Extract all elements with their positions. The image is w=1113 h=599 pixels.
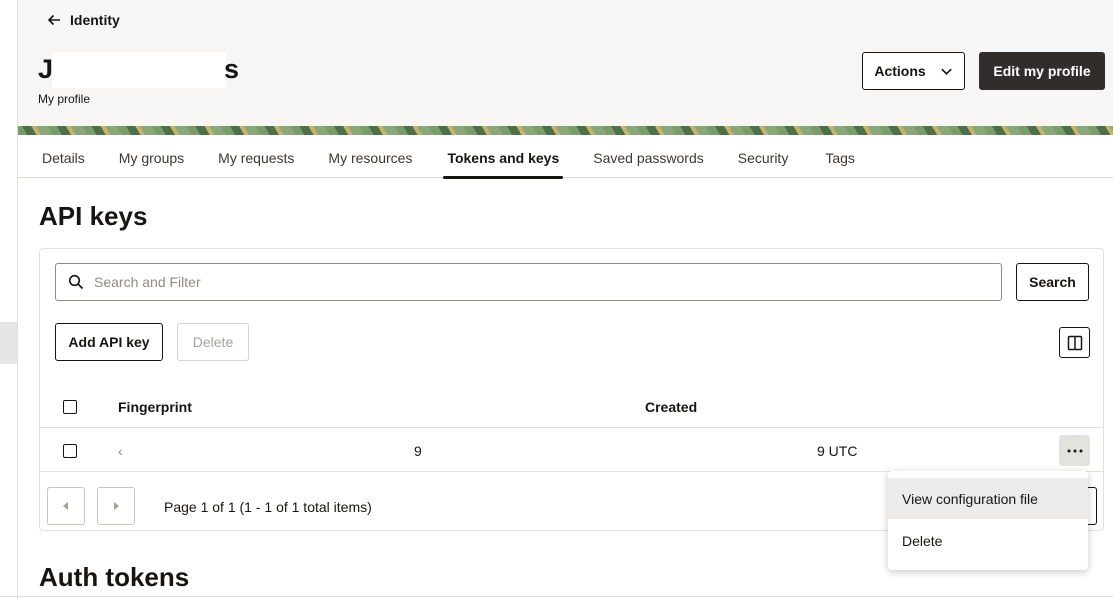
tab-my-requests[interactable]: My requests bbox=[218, 138, 294, 178]
select-all-checkbox[interactable] bbox=[63, 400, 77, 414]
table-header: Fingerprint Created bbox=[40, 386, 1103, 428]
caret-left-icon bbox=[63, 502, 68, 510]
chevron-down-icon bbox=[940, 68, 952, 75]
arrow-left-icon bbox=[47, 14, 60, 26]
search-field[interactable] bbox=[55, 263, 1002, 301]
more-horizontal-icon bbox=[1067, 449, 1082, 452]
next-page-button[interactable] bbox=[97, 487, 135, 525]
row-actions-button[interactable] bbox=[1059, 435, 1090, 466]
add-api-key-button[interactable]: Add API key bbox=[55, 323, 163, 361]
left-rail bbox=[0, 0, 18, 599]
tab-security[interactable]: Security bbox=[738, 138, 789, 178]
actions-label: Actions bbox=[874, 63, 926, 79]
row-actions-menu: View configuration file Delete bbox=[888, 471, 1088, 570]
column-header-fingerprint[interactable]: Fingerprint bbox=[118, 399, 192, 415]
tab-saved-passwords[interactable]: Saved passwords bbox=[593, 138, 704, 178]
actions-button[interactable]: Actions bbox=[862, 52, 965, 90]
row-checkbox[interactable] bbox=[63, 444, 77, 458]
search-input[interactable] bbox=[94, 265, 1001, 299]
tab-my-groups[interactable]: My groups bbox=[119, 138, 184, 178]
tab-my-resources[interactable]: My resources bbox=[328, 138, 412, 178]
profile-name: J s bbox=[38, 52, 240, 88]
created-cell: 9 UTC bbox=[817, 443, 858, 459]
profile-header: Identity J s My profile Actions Edit my … bbox=[18, 0, 1113, 134]
profile-name-last-char: s bbox=[224, 54, 240, 84]
bottom-divider bbox=[0, 596, 1113, 597]
redacted-name-mask bbox=[52, 52, 226, 88]
tab-details[interactable]: Details bbox=[42, 138, 85, 178]
profile-name-first-char: J bbox=[38, 54, 54, 84]
api-keys-heading: API keys bbox=[39, 201, 148, 231]
fingerprint-cell-end: 9 bbox=[414, 443, 422, 459]
tab-tags[interactable]: Tags bbox=[825, 138, 855, 178]
auth-tokens-heading: Auth tokens bbox=[39, 562, 190, 592]
pagination-summary: Page 1 of 1 (1 - 1 of 1 total items) bbox=[164, 499, 372, 515]
search-icon bbox=[68, 274, 84, 290]
back-to-identity-link[interactable]: Identity bbox=[46, 12, 120, 28]
rail-collapse-handle[interactable] bbox=[0, 322, 17, 364]
columns-icon bbox=[1067, 335, 1082, 350]
caret-right-icon bbox=[114, 502, 119, 510]
edit-my-profile-button[interactable]: Edit my profile bbox=[979, 52, 1105, 90]
menu-item-view-configuration-file[interactable]: View configuration file bbox=[888, 478, 1088, 519]
previous-page-button[interactable] bbox=[47, 487, 85, 525]
profile-tabs: Details My groups My requests My resourc… bbox=[18, 138, 1113, 179]
back-link-label: Identity bbox=[70, 12, 120, 28]
column-header-created[interactable]: Created bbox=[645, 399, 697, 415]
manage-columns-button[interactable] bbox=[1059, 327, 1090, 358]
tab-tokens-and-keys[interactable]: Tokens and keys bbox=[443, 138, 564, 179]
page-subtitle: My profile bbox=[38, 92, 91, 106]
decorative-banner bbox=[18, 126, 1113, 135]
fingerprint-cell-start: ‹ bbox=[118, 443, 123, 459]
table-row: ‹ 9 9 UTC bbox=[40, 429, 1103, 472]
delete-button[interactable]: Delete bbox=[177, 323, 249, 361]
search-button[interactable]: Search bbox=[1016, 263, 1089, 301]
menu-item-delete[interactable]: Delete bbox=[888, 520, 1088, 561]
